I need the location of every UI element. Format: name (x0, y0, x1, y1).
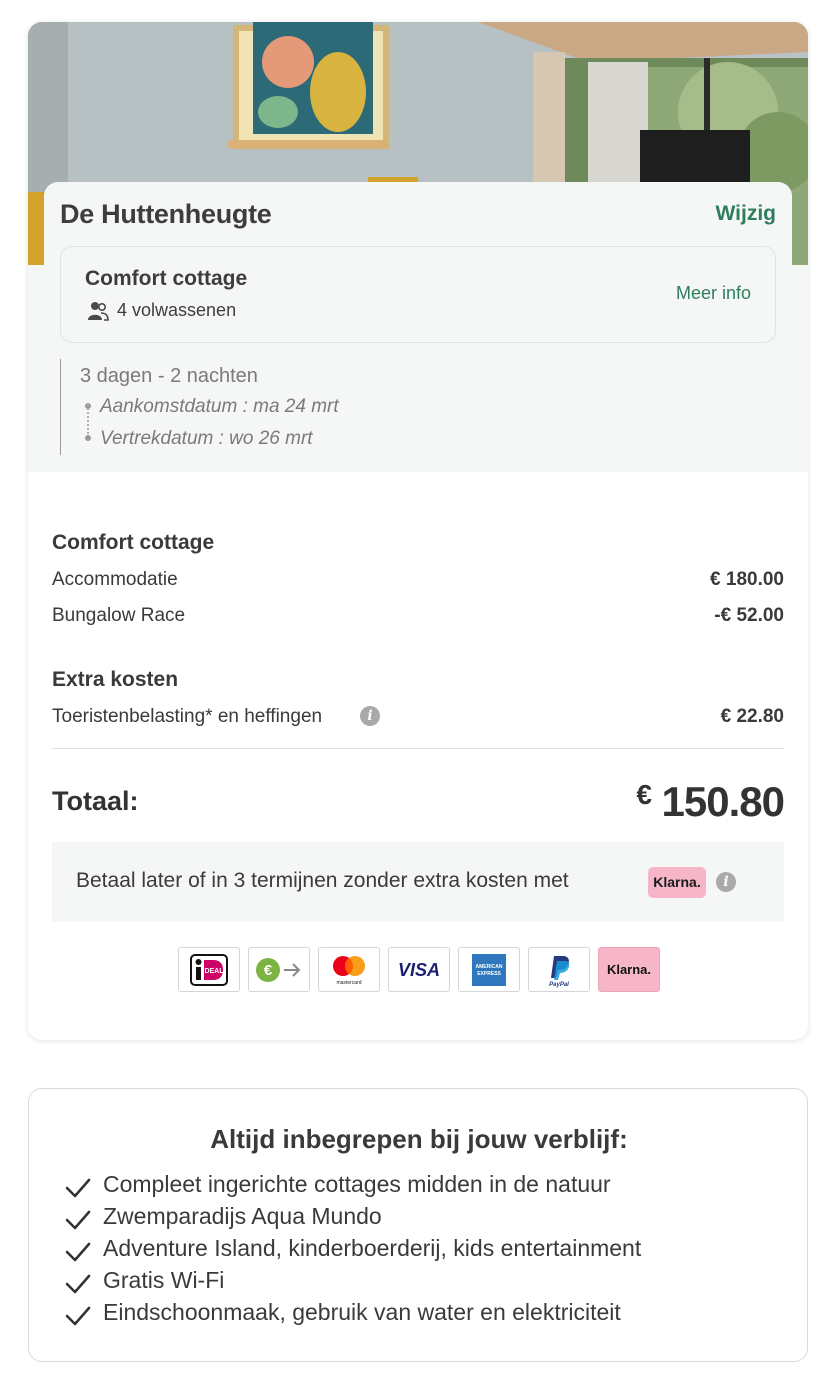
klarna-icon: Klarna. (598, 947, 660, 992)
mastercard-icon: mastercard (318, 947, 380, 992)
svg-text:VISA: VISA (398, 960, 440, 980)
bank-transfer-icon: € (248, 947, 310, 992)
included-item-text: Compleet ingerichte cottages midden in d… (103, 1171, 611, 1197)
price-line-label: Accommodatie (52, 569, 178, 590)
info-icon[interactable]: i (360, 706, 380, 726)
svg-text:mastercard: mastercard (336, 980, 361, 986)
departure-date: Vertrekdatum : wo 26 mrt (100, 428, 313, 449)
info-icon[interactable]: i (716, 872, 736, 892)
booking-summary-card: De Huttenheugte Wijzig Comfort cottage 4… (28, 22, 808, 1040)
klarna-banner: Betaal later of in 3 termijnen zonder ex… (52, 842, 784, 922)
included-item-text: Eindschoonmaak, gebruik van water en ele… (103, 1299, 621, 1325)
price-section-extra: Extra kosten (52, 668, 179, 691)
more-info-link[interactable]: Meer info (676, 283, 751, 304)
included-item-text: Gratis Wi-Fi (103, 1267, 225, 1293)
visa-icon: VISA (388, 947, 450, 992)
price-line-label: Toeristenbelasting* en heffingen (52, 706, 323, 727)
included-features-card: Altijd inbegrepen bij jouw verblijf: Com… (28, 1088, 808, 1362)
svg-text:EXPRESS: EXPRESS (477, 971, 501, 977)
accommodation-box: Comfort cottage 4 volwassenen Meer info (60, 246, 776, 343)
total-amount: 150.80 (661, 778, 785, 825)
svg-text:iDEAL: iDEAL (203, 968, 225, 975)
checkmark-icon (65, 1210, 91, 1230)
booking-details-panel: De Huttenheugte Wijzig Comfort cottage 4… (28, 182, 808, 472)
included-item-text: Zwemparadijs Aqua Mundo (103, 1203, 382, 1229)
included-item-text: Adventure Island, kinderboerderij, kids … (103, 1235, 642, 1261)
svg-text:€: € (264, 962, 273, 979)
svg-text:PayPal: PayPal (549, 982, 569, 988)
svg-text:Klarna.: Klarna. (607, 962, 651, 977)
klarna-logo: Klarna. (648, 867, 706, 898)
guests-icon (88, 302, 109, 321)
arrival-date: Aankomstdatum : ma 24 mrt (100, 396, 339, 417)
guests-count: 4 volwassenen (117, 300, 237, 320)
checkmark-icon (65, 1306, 91, 1326)
price-line-label: Bungalow Race (52, 605, 186, 626)
park-name: De Huttenheugte (60, 199, 272, 229)
checkmark-icon (65, 1178, 91, 1198)
accommodation-name: Comfort cottage (85, 267, 248, 290)
ideal-icon: iDEAL (178, 947, 240, 992)
checkmark-icon (65, 1242, 91, 1262)
paypal-icon: PayPal (528, 947, 590, 992)
checkmark-icon (65, 1274, 91, 1294)
svg-text:AMERICAN: AMERICAN (476, 964, 503, 970)
change-booking-link[interactable]: Wijzig (716, 202, 776, 226)
price-line-value: € 180.00 (710, 569, 784, 590)
total-currency: € (636, 779, 652, 810)
stay-dates: 3 dagen - 2 nachten Aankomstdatum : ma 2… (60, 359, 339, 455)
klarna-text: Betaal later of in 3 termijnen zonder ex… (76, 869, 569, 892)
departure-dot-icon (85, 435, 91, 441)
price-section-accommodation: Comfort cottage (52, 531, 215, 554)
amex-icon: AMERICAN EXPRESS (458, 947, 520, 992)
divider (52, 748, 784, 749)
total-label: Totaal: (52, 786, 139, 816)
price-line-value: -€ 52.00 (714, 605, 784, 626)
timeline-connector (87, 404, 89, 434)
stay-duration: 3 dagen - 2 nachten (80, 365, 258, 387)
price-line-value: € 22.80 (720, 706, 784, 727)
included-title: Altijd inbegrepen bij jouw verblijf: (210, 1124, 628, 1154)
